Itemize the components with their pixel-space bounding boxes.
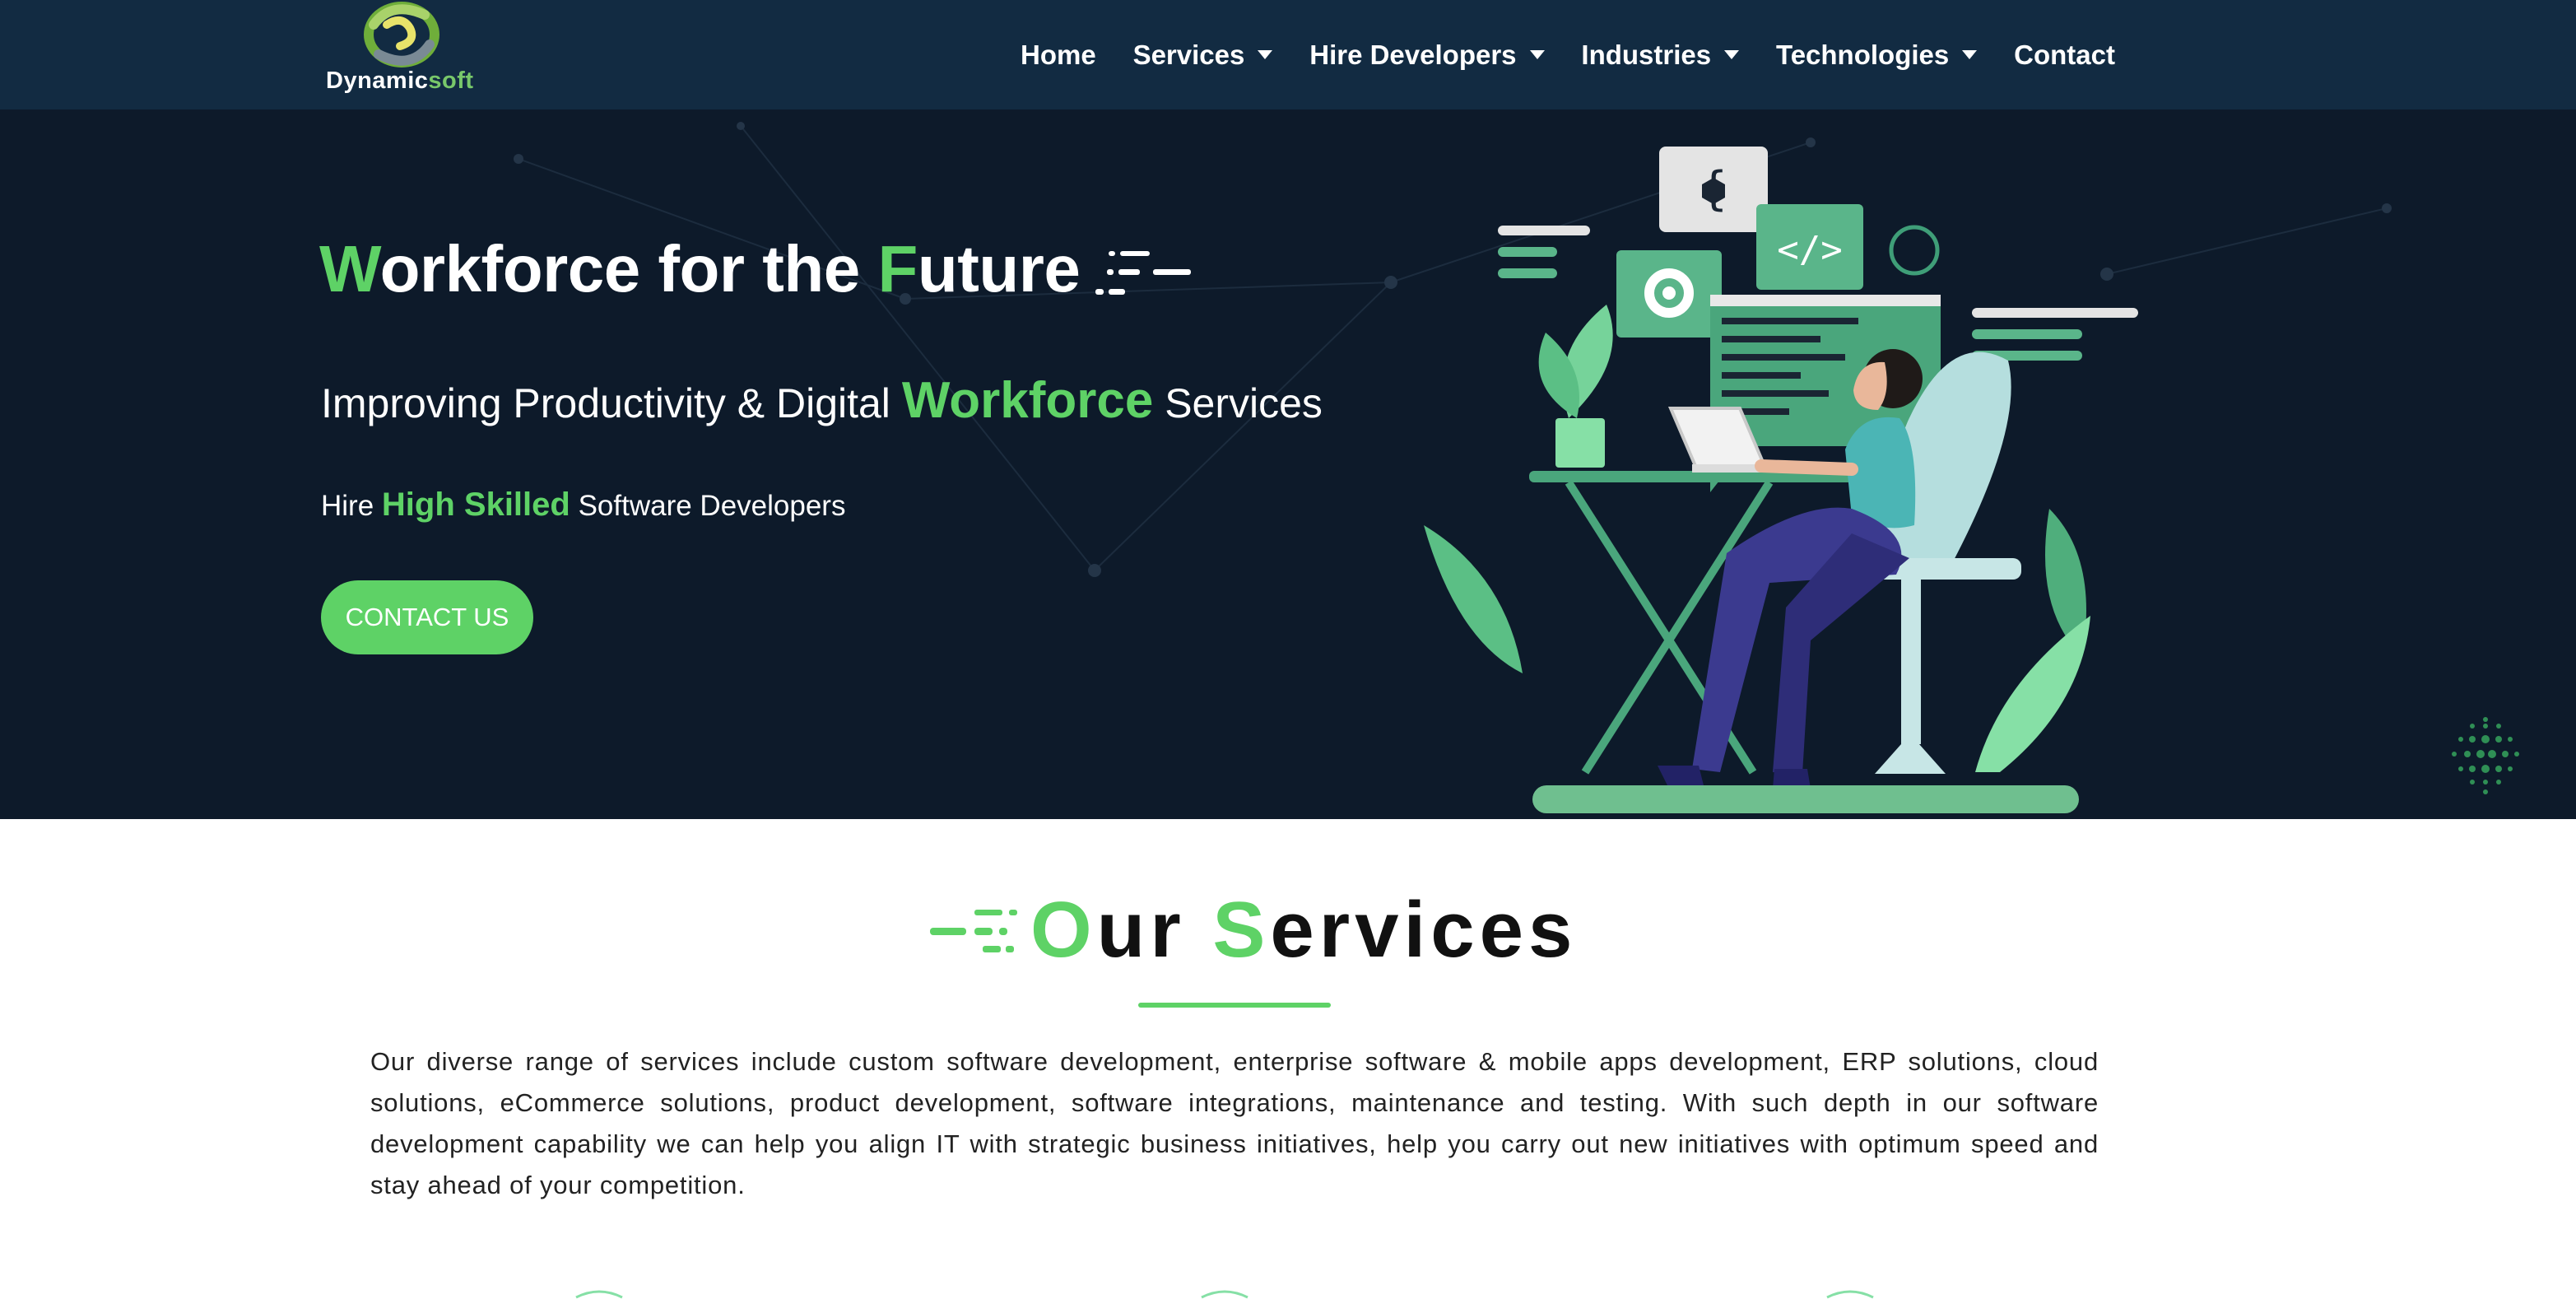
top-navbar: Dynamicsoft Home Services Hire Developer… — [0, 0, 2576, 109]
hero-subtitle: Improving Productivity & Digital Workfor… — [321, 371, 1323, 430]
brand-name-part1: Dynamic — [326, 68, 429, 94]
caret-down-icon — [1529, 50, 1545, 59]
hero-title-part2: uture — [917, 232, 1081, 305]
services-title-part2: ervices — [1270, 886, 1578, 974]
hero-title-f: F — [877, 232, 918, 305]
hero-hire-highlight: High Skilled — [381, 487, 570, 523]
network-background — [514, 122, 2392, 577]
nav-item-label: Industries — [1581, 39, 1712, 70]
hero-subtitle-part1: Improving Productivity & Digital — [321, 380, 902, 426]
hero-hire-part2: Software Developers — [570, 490, 846, 522]
services-title-s: S — [1212, 886, 1271, 974]
dot-pattern-decoration — [2452, 717, 2519, 794]
hero-title-w: W — [319, 232, 380, 305]
service-card-tops — [575, 1290, 1874, 1299]
hero-subtitle-highlight: Workforce — [901, 372, 1154, 429]
nav-item-label: Home — [1021, 39, 1096, 70]
caret-down-icon — [1724, 50, 1740, 59]
svg-text:</>: </> — [1777, 229, 1842, 271]
nav-item-label: Hire Developers — [1309, 39, 1517, 70]
caret-down-icon — [1962, 50, 1978, 59]
nav-item-label: Contact — [2014, 39, 2115, 70]
services-title: Our Services — [1030, 885, 1577, 975]
nav-item-contact[interactable]: Contact — [2014, 40, 2115, 71]
nav-item-services[interactable]: Services — [1133, 40, 1273, 71]
services-description: Our diverse range of services include cu… — [370, 1047, 2099, 1199]
nav-item-industries[interactable]: Industries — [1581, 39, 1740, 71]
section-divider — [1138, 1003, 1331, 1008]
services-title-o: O — [1030, 886, 1097, 974]
caret-down-icon — [1258, 50, 1273, 59]
logo-icon — [364, 2, 439, 68]
hero-hire-line: Hire High Skilled Software Developers — [321, 487, 845, 524]
brand-name: Dynamicsoft — [326, 68, 474, 95]
hero-subtitle-part2: Services — [1153, 380, 1323, 426]
services-title-part1: ur — [1096, 886, 1213, 974]
services-heading: Our Services — [930, 885, 1654, 974]
nav-item-label: Technologies — [1775, 39, 1950, 70]
developer-illustration: { </> — [1424, 147, 2138, 813]
contact-us-button[interactable]: CONTACT US — [321, 580, 533, 654]
brand-logo[interactable]: Dynamicsoft — [323, 0, 487, 107]
hero-section: Workforce for the Future Improving Produ… — [0, 109, 2576, 819]
hero-title: Workforce for the Future — [319, 231, 1081, 307]
main-menu: Home Services Hire Developers Industries… — [1021, 0, 2115, 109]
brand-name-part2: soft — [428, 68, 474, 94]
hero-hire-part1: Hire — [321, 490, 382, 522]
speed-lines-icon — [1095, 251, 1191, 295]
hero-title-part1: orkforce for the — [379, 232, 878, 305]
nav-item-technologies[interactable]: Technologies — [1775, 39, 1978, 71]
nav-item-label: Services — [1132, 39, 1245, 70]
nav-item-hire-developers[interactable]: Hire Developers — [1309, 39, 1545, 71]
speed-lines-icon — [930, 910, 1017, 952]
nav-item-home[interactable]: Home — [1021, 40, 1096, 71]
